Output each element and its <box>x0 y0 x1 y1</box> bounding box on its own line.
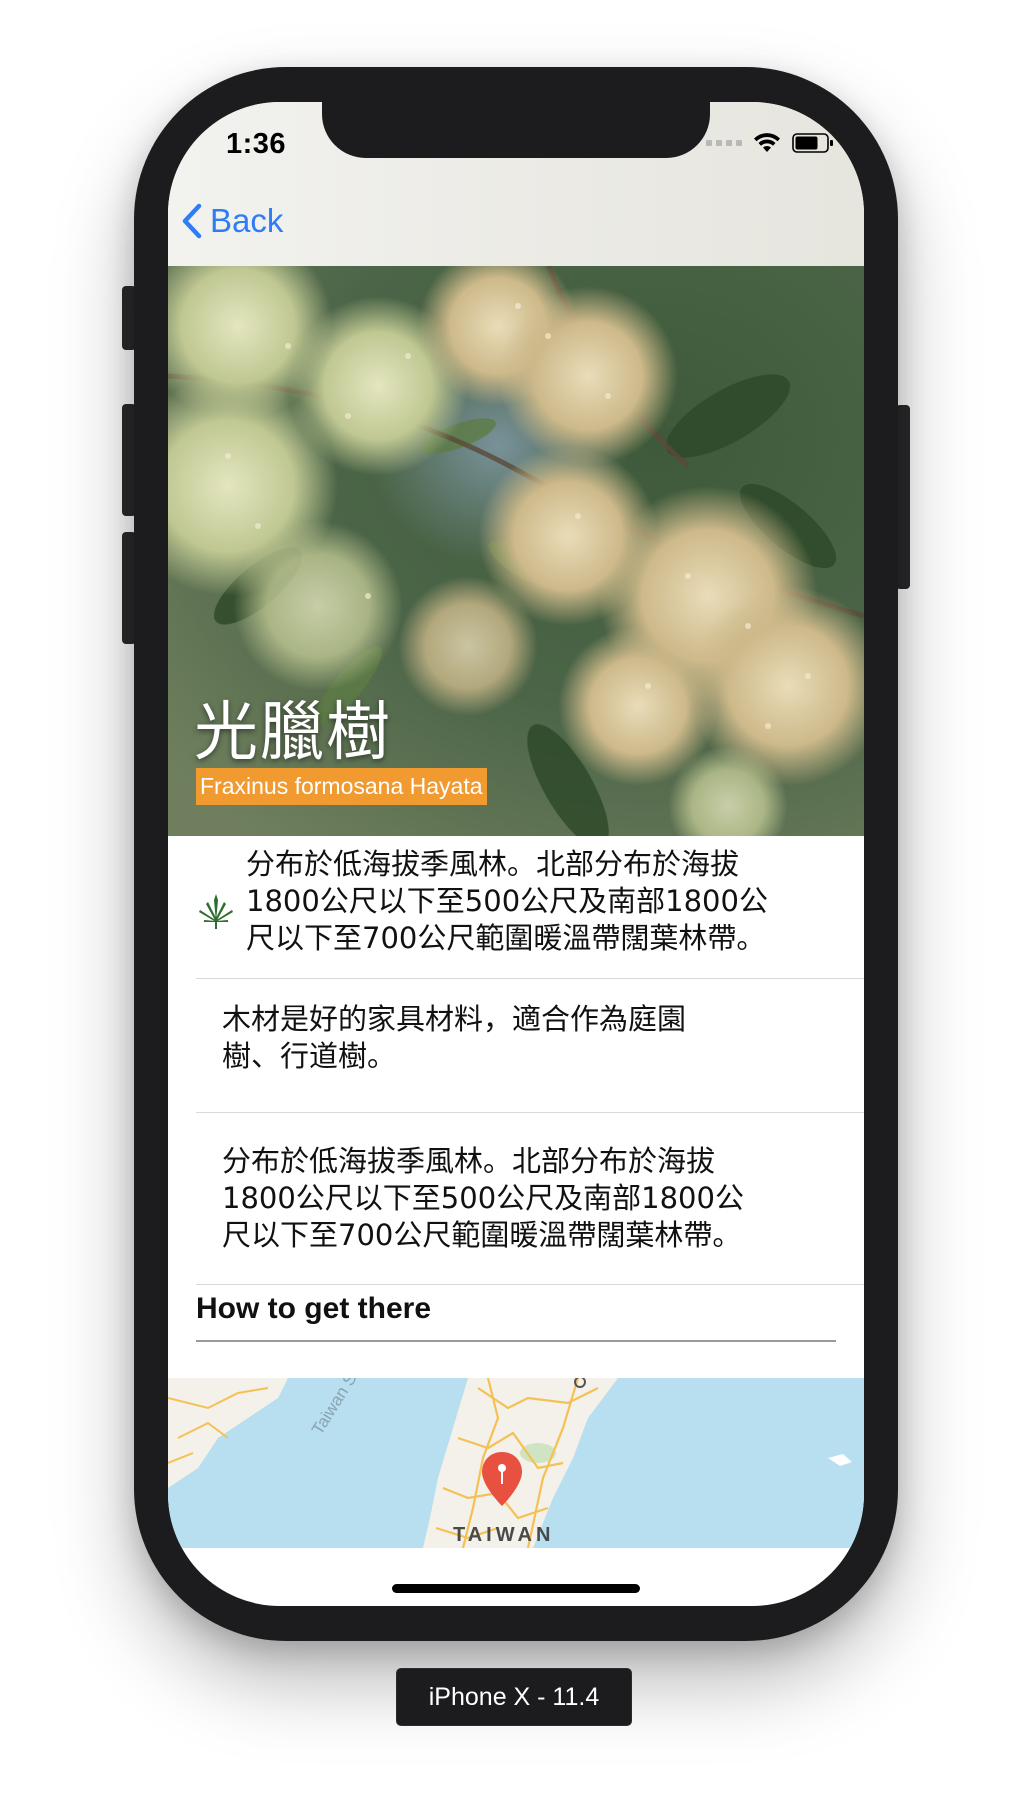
screen: 1:36 Back 光臘樹 Fraxinus formosana Hayata … <box>168 102 864 1606</box>
battery-icon <box>792 133 833 153</box>
plant-name-title: 光臘樹 <box>194 696 392 770</box>
cellular-signal-icon <box>706 140 742 146</box>
simulator-device-label: iPhone X - 11.4 <box>396 1668 632 1726</box>
directions-heading: How to get there <box>196 1292 836 1342</box>
description-text: 木材是好的家具材料，適合作為庭園 樹、行道樹。 <box>222 1002 687 1073</box>
description-row: 分布於低海拔季風林。北部分布於海拔 1800公尺以下至500公尺及南部1800公… <box>196 836 864 979</box>
location-map[interactable]: Taiwan Str TAIWAN <box>168 1378 864 1548</box>
wifi-icon <box>754 133 780 152</box>
country-label: TAIWAN <box>453 1524 555 1546</box>
home-indicator[interactable] <box>392 1584 640 1593</box>
back-button[interactable]: Back <box>182 202 283 240</box>
leaf-icon <box>199 894 233 929</box>
power-button <box>896 405 910 589</box>
map-pin-icon[interactable] <box>480 1450 524 1508</box>
back-label: Back <box>210 202 284 239</box>
description-text: 分布於低海拔季風林。北部分布於海拔 1800公尺以下至500公尺及南部1800公… <box>222 1144 744 1252</box>
description-text: 分布於低海拔季風林。北部分布於海拔 1800公尺以下至500公尺及南部1800公… <box>246 847 768 955</box>
scientific-name-badge: Fraxinus formosana Hayata <box>196 768 487 805</box>
description-row: 木材是好的家具材料，適合作為庭園 樹、行道樹。 <box>196 979 864 1113</box>
status-icons <box>706 132 834 154</box>
notch <box>322 102 710 158</box>
status-time: 1:36 <box>226 128 287 160</box>
hero-image: 光臘樹 Fraxinus formosana Hayata <box>168 266 864 836</box>
chevron-left-icon <box>182 203 202 239</box>
description-row: 分布於低海拔季風林。北部分布於海拔 1800公尺以下至500公尺及南部1800公… <box>196 1113 864 1285</box>
